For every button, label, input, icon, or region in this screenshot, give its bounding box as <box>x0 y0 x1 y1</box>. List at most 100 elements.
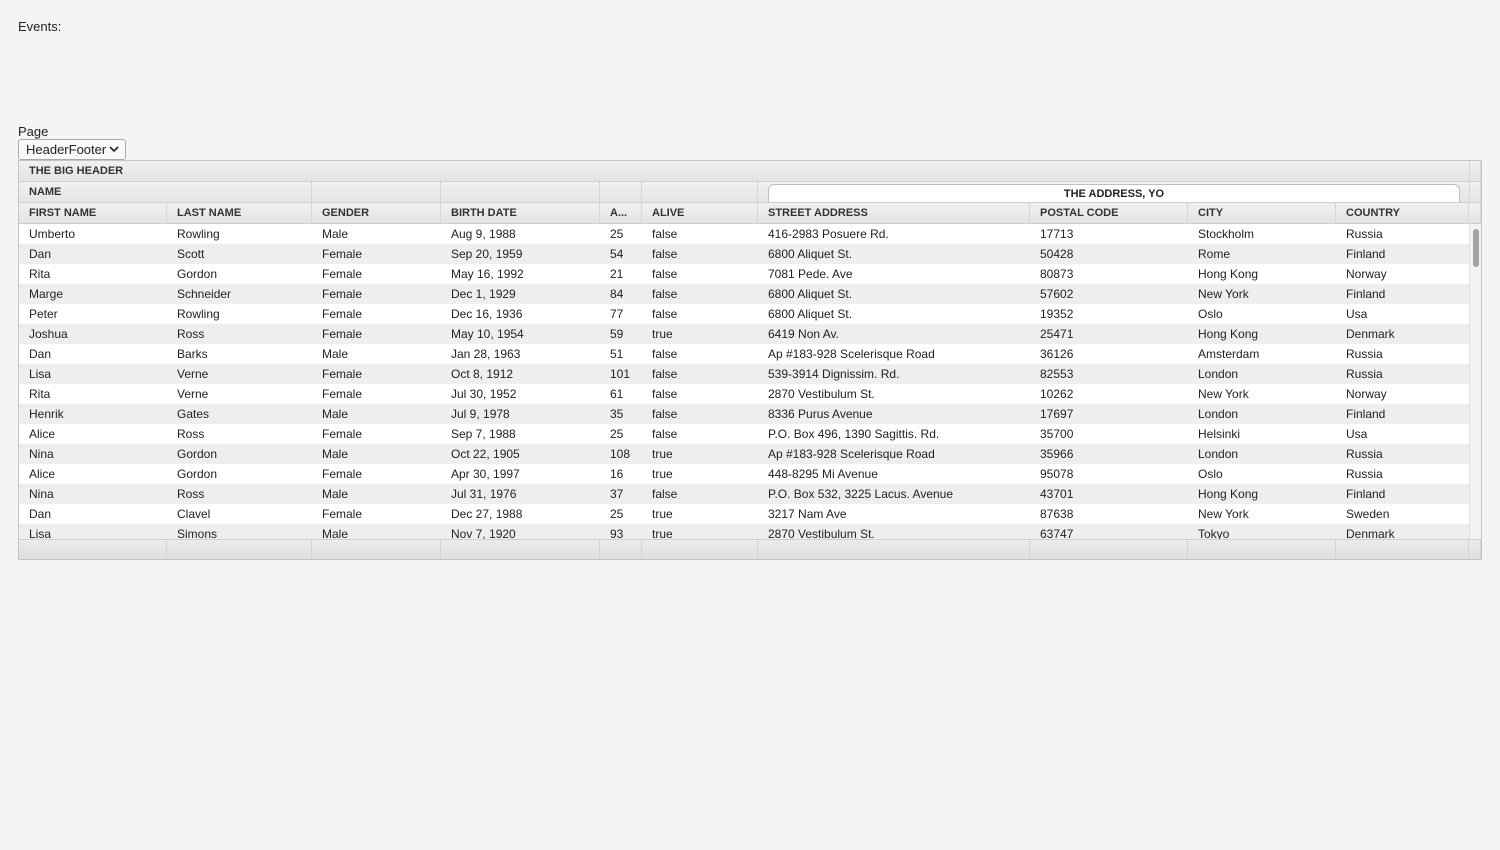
table-row[interactable]: Umberto Rowling Male Aug 9, 1988 25 false 416-… <box>19 224 1469 244</box>
cell-first-name[interactable]: Henrik <box>19 404 167 424</box>
column-header-postal-code[interactable]: POSTAL CODE <box>1030 203 1188 223</box>
cell-last-name[interactable]: Ross <box>167 484 312 504</box>
cell-gender[interactable]: Male <box>312 484 441 504</box>
cell-gender[interactable]: Female <box>312 244 441 264</box>
cell-age[interactable]: 21 <box>600 264 642 284</box>
cell-street-address[interactable]: 416-2983 Posuere Rd. <box>758 224 1030 244</box>
cell-age[interactable]: 25 <box>600 224 642 244</box>
cell-alive[interactable]: true <box>642 444 758 464</box>
cell-first-name[interactable]: Umberto <box>19 224 167 244</box>
table-row[interactable]: Rita Verne Female Jul 30, 1952 61 false 2870 V… <box>19 384 1469 404</box>
cell-alive[interactable]: false <box>642 364 758 384</box>
column-header-age[interactable]: A... <box>600 203 642 223</box>
cell-street-address[interactable]: 6419 Non Av. <box>758 324 1030 344</box>
cell-birth-date[interactable]: Jan 28, 1963 <box>441 344 600 364</box>
cell-alive[interactable]: true <box>642 324 758 344</box>
cell-first-name[interactable]: Dan <box>19 504 167 524</box>
cell-postal-code[interactable]: 19352 <box>1030 304 1188 324</box>
cell-country[interactable]: Denmark <box>1336 524 1469 539</box>
cell-gender[interactable]: Male <box>312 344 441 364</box>
cell-postal-code[interactable]: 50428 <box>1030 244 1188 264</box>
vertical-scrollbar[interactable] <box>1469 224 1481 539</box>
cell-age[interactable]: 51 <box>600 344 642 364</box>
cell-gender[interactable]: Female <box>312 504 441 524</box>
table-row[interactable]: Marge Schneider Female Dec 1, 1929 84 false 68… <box>19 284 1469 304</box>
cell-age[interactable]: 84 <box>600 284 642 304</box>
cell-first-name[interactable]: Alice <box>19 464 167 484</box>
cell-last-name[interactable]: Schneider <box>167 284 312 304</box>
cell-age[interactable]: 93 <box>600 524 642 539</box>
cell-country[interactable]: Finland <box>1336 404 1469 424</box>
cell-city[interactable]: New York <box>1188 504 1336 524</box>
cell-age[interactable]: 37 <box>600 484 642 504</box>
cell-last-name[interactable]: Simons <box>167 524 312 539</box>
cell-postal-code[interactable]: 25471 <box>1030 324 1188 344</box>
cell-birth-date[interactable]: Jul 9, 1978 <box>441 404 600 424</box>
cell-postal-code[interactable]: 17713 <box>1030 224 1188 244</box>
cell-street-address[interactable]: 2870 Vestibulum St. <box>758 384 1030 404</box>
cell-alive[interactable]: false <box>642 384 758 404</box>
cell-birth-date[interactable]: Aug 9, 1988 <box>441 224 600 244</box>
cell-country[interactable]: Usa <box>1336 424 1469 444</box>
cell-first-name[interactable]: Alice <box>19 424 167 444</box>
cell-alive[interactable]: false <box>642 344 758 364</box>
cell-birth-date[interactable]: Oct 8, 1912 <box>441 364 600 384</box>
cell-last-name[interactable]: Verne <box>167 384 312 404</box>
cell-birth-date[interactable]: Jul 30, 1952 <box>441 384 600 404</box>
column-header-alive[interactable]: ALIVE <box>642 203 758 223</box>
cell-age[interactable]: 16 <box>600 464 642 484</box>
table-row[interactable]: Alice Gordon Female Apr 30, 1997 16 true 448-8… <box>19 464 1469 484</box>
cell-city[interactable]: Hong Kong <box>1188 264 1336 284</box>
cell-postal-code[interactable]: 82553 <box>1030 364 1188 384</box>
cell-country[interactable]: Finland <box>1336 284 1469 304</box>
column-header-birth-date[interactable]: BIRTH DATE <box>441 203 600 223</box>
cell-last-name[interactable]: Ross <box>167 324 312 344</box>
table-row[interactable]: Lisa Simons Male Nov 7, 1920 93 true 2870 Vest… <box>19 524 1469 539</box>
cell-city[interactable]: New York <box>1188 384 1336 404</box>
cell-gender[interactable]: Female <box>312 424 441 444</box>
cell-age[interactable]: 25 <box>600 424 642 444</box>
cell-country[interactable]: Russia <box>1336 444 1469 464</box>
cell-last-name[interactable]: Gordon <box>167 464 312 484</box>
cell-first-name[interactable]: Rita <box>19 264 167 284</box>
cell-city[interactable]: Helsinki <box>1188 424 1336 444</box>
cell-age[interactable]: 59 <box>600 324 642 344</box>
cell-birth-date[interactable]: Oct 22, 1905 <box>441 444 600 464</box>
cell-gender[interactable]: Female <box>312 264 441 284</box>
column-header-gender[interactable]: GENDER <box>312 203 441 223</box>
cell-city[interactable]: Amsterdam <box>1188 344 1336 364</box>
table-row[interactable]: Dan Scott Female Sep 20, 1959 54 false 6800 Al… <box>19 244 1469 264</box>
cell-country[interactable]: Sweden <box>1336 504 1469 524</box>
cell-last-name[interactable]: Gates <box>167 404 312 424</box>
cell-gender[interactable]: Female <box>312 464 441 484</box>
page-select[interactable]: HeaderFooter <box>18 139 126 160</box>
cell-postal-code[interactable]: 35966 <box>1030 444 1188 464</box>
column-header-last-name[interactable]: LAST NAME <box>167 203 312 223</box>
cell-alive[interactable]: false <box>642 404 758 424</box>
cell-first-name[interactable]: Nina <box>19 484 167 504</box>
cell-first-name[interactable]: Lisa <box>19 524 167 539</box>
cell-alive[interactable]: false <box>642 224 758 244</box>
cell-gender[interactable]: Male <box>312 524 441 539</box>
cell-gender[interactable]: Female <box>312 304 441 324</box>
column-header-first-name[interactable]: FIRST NAME <box>19 203 167 223</box>
cell-last-name[interactable]: Barks <box>167 344 312 364</box>
group-header-address[interactable]: THE ADDRESS, YO <box>758 182 1470 202</box>
cell-postal-code[interactable]: 80873 <box>1030 264 1188 284</box>
cell-postal-code[interactable]: 35700 <box>1030 424 1188 444</box>
cell-country[interactable]: Finland <box>1336 484 1469 504</box>
cell-alive[interactable]: false <box>642 244 758 264</box>
cell-country[interactable]: Norway <box>1336 264 1469 284</box>
cell-city[interactable]: New York <box>1188 284 1336 304</box>
table-row[interactable]: Henrik Gates Male Jul 9, 1978 35 false 8336 Pu… <box>19 404 1469 424</box>
cell-country[interactable]: Finland <box>1336 244 1469 264</box>
cell-postal-code[interactable]: 17697 <box>1030 404 1188 424</box>
cell-postal-code[interactable]: 10262 <box>1030 384 1188 404</box>
cell-alive[interactable]: true <box>642 524 758 539</box>
cell-country[interactable]: Russia <box>1336 224 1469 244</box>
table-row[interactable]: Dan Barks Male Jan 28, 1963 51 false Ap #183-9… <box>19 344 1469 364</box>
cell-street-address[interactable]: 6800 Aliquet St. <box>758 244 1030 264</box>
cell-gender[interactable]: Female <box>312 364 441 384</box>
cell-street-address[interactable]: 8336 Purus Avenue <box>758 404 1030 424</box>
cell-postal-code[interactable]: 36126 <box>1030 344 1188 364</box>
